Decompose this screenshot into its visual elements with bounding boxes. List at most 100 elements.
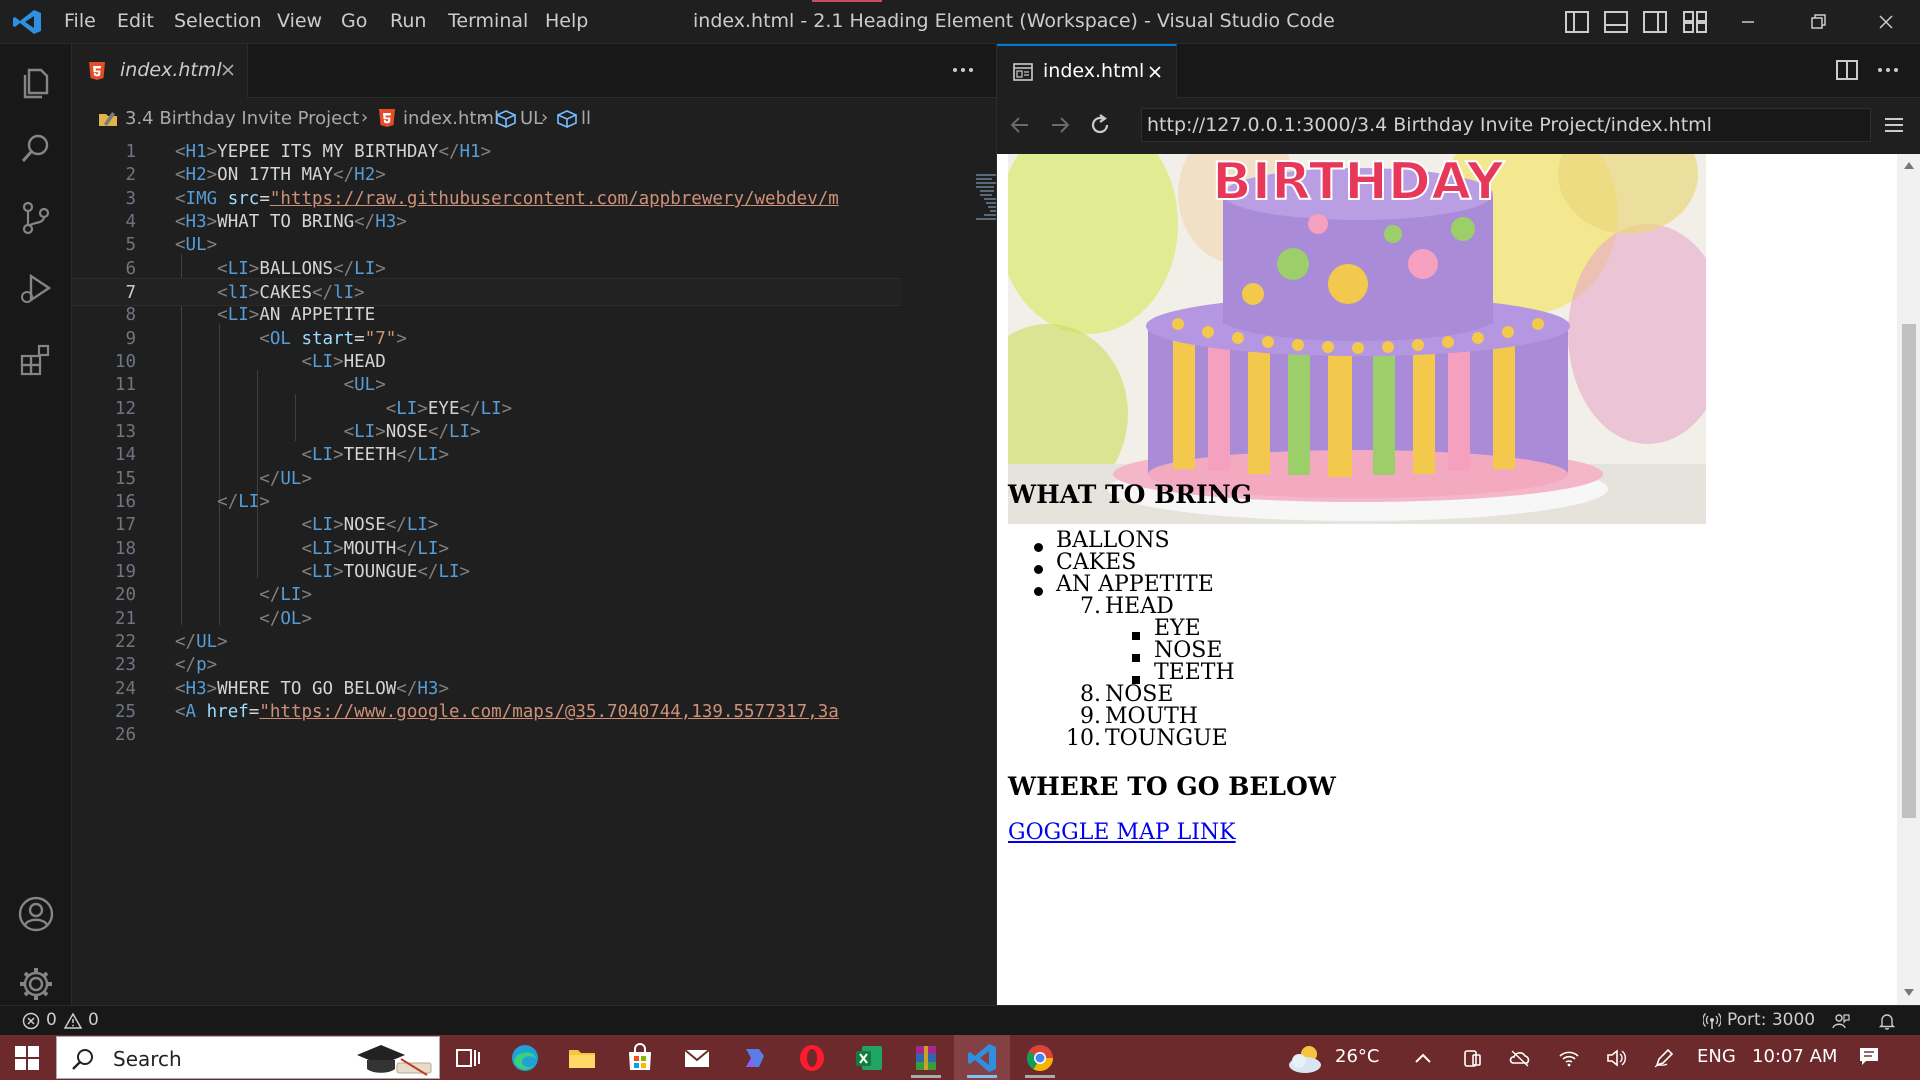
error-count[interactable]: 0 (46, 1010, 57, 1030)
search-icon[interactable] (16, 128, 56, 168)
birthday-cake-image: BIRTHDAY (1008, 154, 1706, 524)
run-and-debug-icon[interactable] (16, 268, 56, 308)
menu-view[interactable]: View (277, 10, 322, 32)
error-icon[interactable] (22, 1012, 40, 1030)
scroll-down-arrow-icon[interactable] (1903, 988, 1915, 998)
chrome-icon[interactable] (1023, 1041, 1057, 1075)
google-map-link[interactable]: GOGGLE MAP LINK (1008, 820, 1236, 845)
chevron-up-icon[interactable] (1412, 1048, 1434, 1068)
breadcrumb-separator: › (480, 107, 488, 128)
minimize-icon[interactable] (1734, 8, 1762, 36)
manage-gear-icon[interactable] (16, 964, 56, 1004)
excel-icon[interactable] (852, 1041, 886, 1075)
url-text: http://127.0.0.1:3000/3.4 Birthday Invit… (1147, 114, 1712, 136)
ordered-list-number: 10. (1066, 726, 1101, 751)
more-actions-icon[interactable] (1873, 58, 1903, 82)
taskbar-search-box[interactable]: Search (56, 1036, 440, 1079)
volume-icon[interactable] (1605, 1048, 1627, 1068)
windows-start-icon[interactable] (14, 1045, 40, 1071)
extensions-icon[interactable] (16, 340, 56, 380)
notifications-bell-icon[interactable] (1878, 1012, 1896, 1030)
preview-heading-what-to-bring: WHAT TO BRING (1008, 480, 1252, 509)
customize-layout-icon[interactable] (1683, 11, 1707, 33)
store-icon[interactable] (623, 1041, 657, 1075)
source-control-icon[interactable] (16, 198, 56, 238)
wifi-icon[interactable] (1558, 1048, 1580, 1068)
vscode-icon[interactable] (965, 1041, 999, 1075)
more-actions-icon[interactable] (948, 58, 978, 82)
preview-tab-label: index.html (1043, 60, 1145, 82)
weather-cloud-icon[interactable] (1285, 1041, 1325, 1075)
warning-count[interactable]: 0 (88, 1010, 99, 1030)
toggle-panel-icon[interactable] (1604, 11, 1628, 33)
taskbar-search-placeholder: Search (113, 1047, 182, 1071)
close-window-icon[interactable] (1872, 8, 1900, 36)
preview-group: index.html http://127.0.0.1:3000/3.4 Bir… (996, 44, 1920, 1005)
html5-file-icon (379, 109, 395, 127)
list-bullet (1034, 543, 1043, 552)
app-running-indicator (911, 1075, 941, 1078)
menu-edit[interactable]: Edit (117, 10, 154, 32)
cake-topper-text: BIRTHDAY (1212, 154, 1505, 212)
breadcrumb-li[interactable]: ll (581, 108, 591, 129)
file-explorer-icon[interactable] (565, 1041, 599, 1075)
system-clock[interactable]: 10:07 AM (1752, 1046, 1837, 1067)
editor-tab-index-html[interactable]: index.html (72, 44, 248, 98)
phone-link-icon[interactable] (1461, 1048, 1483, 1068)
menu-terminal[interactable]: Terminal (448, 10, 528, 32)
breadcrumb: 3.4 Birthday Invite Project › index.html… (72, 98, 996, 138)
editor-tab-label: index.html (120, 59, 222, 81)
app-running-indicator (1025, 1075, 1055, 1078)
pen-icon[interactable] (1653, 1048, 1675, 1068)
scroll-up-arrow-icon[interactable] (1903, 160, 1915, 170)
vscode-logo-icon (13, 10, 41, 34)
live-server-port[interactable]: Port: 3000 (1727, 1010, 1815, 1030)
preview-ordered-item: TOUNGUE (1105, 726, 1228, 751)
preview-scrollbar-thumb[interactable] (1902, 324, 1916, 818)
code-line: 26 (114, 725, 136, 745)
edge-icon[interactable] (508, 1041, 542, 1075)
title-bar: File Edit Selection View Go Run Terminal… (0, 0, 1920, 44)
toggle-secondary-sidebar-icon[interactable] (1643, 11, 1667, 33)
opera-icon[interactable] (795, 1041, 829, 1075)
editor-tab-bar: index.html (72, 44, 996, 98)
input-language[interactable]: ENG (1697, 1046, 1736, 1067)
menu-file[interactable]: File (64, 10, 96, 32)
menu-run[interactable]: Run (390, 10, 426, 32)
breadcrumb-ul[interactable]: UL (520, 108, 543, 129)
feedback-person-icon[interactable] (1832, 1012, 1850, 1030)
close-tab-icon[interactable] (220, 62, 236, 78)
explorer-icon[interactable] (16, 62, 56, 102)
winrar-icon[interactable] (909, 1041, 943, 1075)
menu-go[interactable]: Go (341, 10, 367, 32)
menu-help[interactable]: Help (545, 10, 588, 32)
weather-temperature[interactable]: 26°C (1335, 1046, 1379, 1067)
close-tab-icon[interactable] (1147, 64, 1163, 80)
graduation-hat-icon (357, 1045, 432, 1076)
accounts-icon[interactable] (16, 894, 56, 934)
notification-center-icon[interactable] (1858, 1046, 1880, 1066)
menu-selection[interactable]: Selection (174, 10, 262, 32)
list-bullet (1034, 587, 1043, 596)
task-view-icon[interactable] (450, 1041, 484, 1075)
preview-viewport[interactable]: BIRTHDAY WHAT TO BRING BALLONS CAKES AN … (997, 154, 1920, 1005)
forward-arrow-icon[interactable] (1047, 112, 1073, 138)
search-icon (72, 1049, 93, 1070)
preview-heading-where-to-go: WHERE TO GO BELOW (1008, 772, 1336, 801)
toggle-primary-sidebar-icon[interactable] (1565, 11, 1589, 33)
html5-file-icon (89, 62, 105, 80)
restore-icon[interactable] (1804, 8, 1832, 36)
broadcast-icon[interactable] (1703, 1012, 1721, 1030)
split-editor-icon[interactable] (1835, 59, 1859, 81)
mail-icon[interactable] (680, 1041, 714, 1075)
preview-scrollbar[interactable] (1897, 154, 1920, 1005)
reload-icon[interactable] (1087, 112, 1113, 138)
breadcrumb-folder[interactable]: 3.4 Birthday Invite Project (125, 108, 359, 129)
onedrive-cloud-icon[interactable] (1509, 1048, 1531, 1068)
copilot-icon[interactable] (737, 1041, 771, 1075)
breadcrumb-separator: › (361, 107, 369, 128)
warning-icon[interactable] (64, 1012, 82, 1030)
back-arrow-icon[interactable] (1007, 112, 1033, 138)
preview-tab-index-html[interactable]: index.html (997, 44, 1177, 98)
menu-hamburger-icon[interactable] (1883, 116, 1905, 134)
